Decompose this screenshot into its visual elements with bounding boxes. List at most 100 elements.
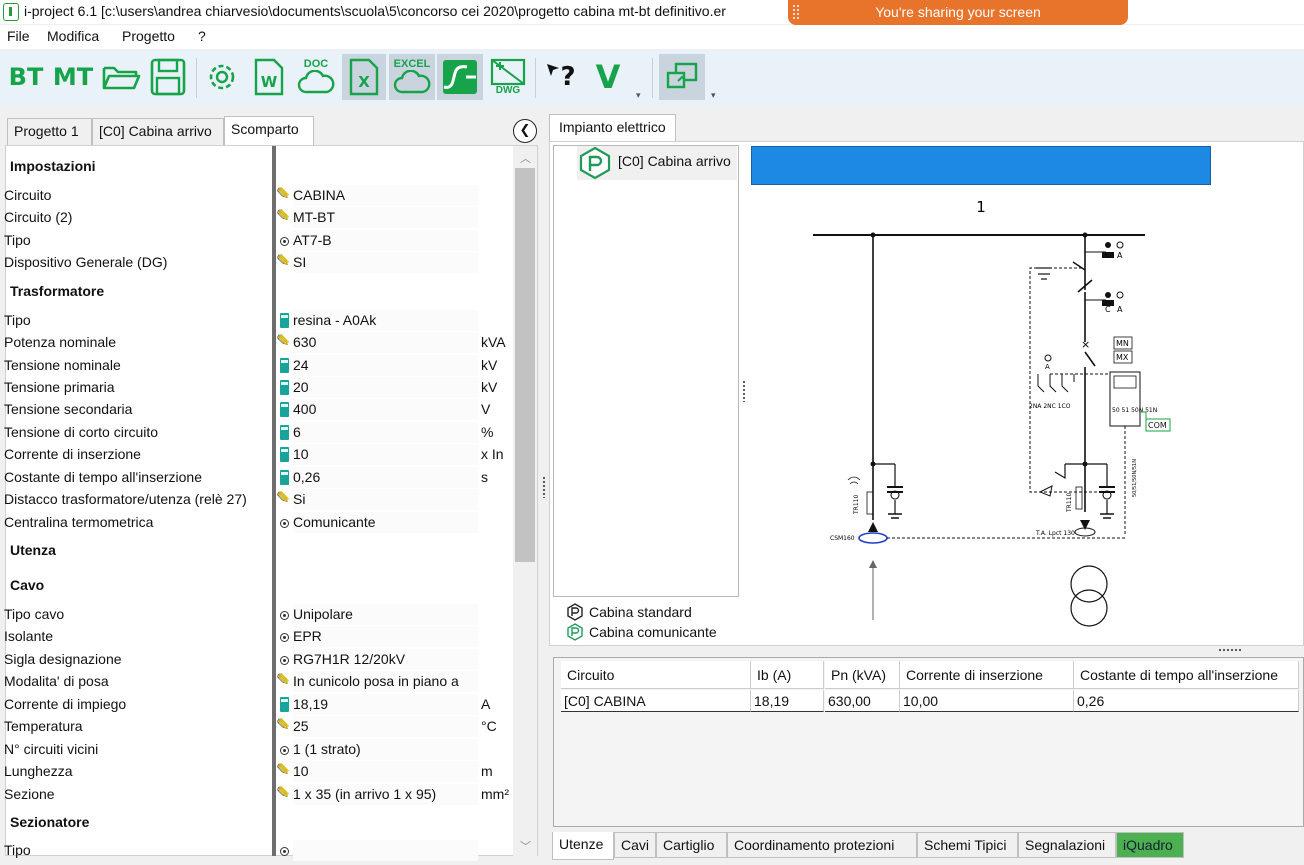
property-value[interactable]: 400 (293, 399, 478, 420)
calculator-icon[interactable] (276, 356, 292, 374)
property-value[interactable]: resina - A0Ak (293, 310, 478, 331)
excel-export-button[interactable]: X (342, 54, 386, 100)
grid-header[interactable]: Ib (A) (751, 661, 824, 689)
dwg-export-button[interactable]: DWG (486, 54, 530, 100)
pencil-icon[interactable] (276, 488, 292, 508)
property-row[interactable]: Lunghezza 10m (0, 760, 510, 782)
property-value[interactable]: 18,19 (293, 694, 478, 715)
radio-icon[interactable] (276, 627, 292, 645)
property-value[interactable] (293, 840, 478, 861)
property-row[interactable]: Tensione di corto circuito 6% (0, 421, 510, 443)
property-value[interactable]: 630 (293, 332, 478, 353)
menu-help[interactable]: ? (198, 28, 206, 44)
pencil-icon[interactable] (276, 331, 292, 351)
property-value[interactable]: 10 (293, 761, 478, 782)
tab-impianto-elettrico[interactable]: Impianto elettrico (549, 114, 676, 142)
property-value[interactable]: EPR (293, 626, 478, 647)
sharing-banner[interactable]: You're sharing your screen (788, 0, 1128, 25)
property-value[interactable]: 6 (293, 422, 478, 443)
panel-splitter[interactable] (542, 476, 546, 498)
property-row[interactable]: Tensione nominale 24 kV (0, 354, 510, 376)
radio-icon[interactable] (276, 231, 292, 249)
pencil-icon[interactable] (276, 251, 292, 271)
mt-button[interactable]: MT (52, 54, 94, 100)
property-value[interactable]: 0,26 (293, 467, 478, 488)
menu-progetto[interactable]: Progetto (122, 28, 175, 44)
property-row[interactable]: Circuito CABINA (0, 184, 510, 206)
bt-button[interactable]: BT (6, 54, 46, 100)
tab-progetto[interactable]: Progetto 1 (7, 118, 92, 145)
grid-header[interactable]: Pn (kVA) (825, 661, 900, 689)
verify-button[interactable]: V (586, 54, 630, 100)
property-value[interactable]: CABINA (293, 185, 478, 206)
property-row[interactable]: Tipo resina - A0Ak (0, 309, 510, 331)
grid-cell[interactable]: 0,26 (1074, 690, 1299, 712)
bottom-tab-iquadro[interactable]: iQuadro (1116, 832, 1184, 858)
property-value[interactable]: Unipolare (293, 604, 478, 625)
grid-header[interactable]: Costante di tempo all'inserzione (1074, 661, 1299, 689)
pencil-icon[interactable] (276, 760, 292, 780)
property-value[interactable]: MT-BT (293, 207, 478, 228)
excel-cloud-button[interactable]: EXCEL (389, 54, 435, 100)
calculator-icon[interactable] (276, 311, 292, 329)
collapse-panel-icon[interactable]: ❮ (513, 119, 537, 143)
column-divider[interactable] (272, 146, 276, 856)
doc-cloud-button[interactable]: DOC (294, 54, 338, 100)
settings-button[interactable] (200, 54, 244, 100)
property-row[interactable]: Tipo AT7-B (0, 229, 510, 251)
window-switch-button[interactable] (659, 54, 705, 100)
word-export-button[interactable]: W (248, 54, 290, 100)
property-row[interactable]: Modalita' di posa In cunicolo posa in pia… (0, 670, 510, 692)
property-value[interactable]: 1 x 35 (in arrivo 1 x 95) (293, 784, 478, 805)
menu-file[interactable]: File (7, 28, 30, 44)
property-row[interactable]: Potenza nominale 630kVA (0, 331, 510, 353)
property-row[interactable]: Corrente di impiego 18,19 A (0, 693, 510, 715)
scroll-up-icon[interactable]: ︿ (520, 150, 531, 166)
property-row[interactable]: Sigla designazione RG7H1R 12/20kV (0, 648, 510, 670)
bottom-tab-cartiglio[interactable]: Cartiglio (656, 832, 727, 858)
radio-icon[interactable] (276, 740, 292, 758)
calculator-icon[interactable] (276, 378, 292, 396)
bottom-tab-utenze[interactable]: Utenze (552, 832, 614, 860)
pencil-icon[interactable] (276, 184, 292, 204)
calculator-icon[interactable] (276, 445, 292, 463)
toolbar-overflow-icon[interactable]: ▾ (711, 90, 716, 101)
property-value[interactable]: 20 (293, 377, 478, 398)
property-value[interactable]: 1 (1 strato) (293, 739, 478, 760)
property-value[interactable]: 25 (293, 716, 478, 737)
property-row[interactable]: Distacco trasformatore/utenza (relè 27) S… (0, 488, 510, 510)
property-value[interactable]: In cunicolo posa in piano a (293, 671, 478, 692)
property-value[interactable]: Si (293, 489, 478, 510)
drag-handle-icon[interactable] (792, 4, 800, 20)
property-value[interactable]: AT7-B (293, 230, 478, 251)
grid-cell[interactable]: 630,00 (825, 690, 900, 712)
calculator-icon[interactable] (276, 400, 292, 418)
toolbar-overflow-icon[interactable]: ▾ (636, 90, 641, 101)
property-row[interactable]: Circuito (2) MT-BT (0, 206, 510, 228)
bottom-tab-segnalazioni[interactable]: Segnalazioni (1018, 832, 1116, 858)
property-value[interactable]: 10 (293, 444, 478, 465)
pencil-icon[interactable] (276, 670, 292, 690)
scroll-down-icon[interactable]: ﹀ (520, 838, 531, 854)
context-help-button[interactable]: ? (540, 54, 582, 100)
property-value[interactable]: SI (293, 252, 478, 273)
property-row[interactable]: Corrente di inserzione 10 x In (0, 443, 510, 465)
property-row[interactable]: Costante di tempo all'inserzione 0,26 s (0, 466, 510, 488)
property-row[interactable]: N° circuiti vicini 1 (1 strato) (0, 738, 510, 760)
schema-title-bar[interactable] (751, 146, 1211, 185)
horizontal-splitter[interactable] (1218, 648, 1242, 652)
radio-icon[interactable] (276, 605, 292, 623)
calculator-icon[interactable] (276, 468, 292, 486)
radio-icon[interactable] (276, 841, 292, 859)
bottom-tab-schemi-tipici[interactable]: Schemi Tipici (917, 832, 1018, 858)
bottom-tab-cavi[interactable]: Cavi (614, 832, 656, 858)
property-row[interactable]: Isolante EPR (0, 625, 510, 647)
tab-scomparto[interactable]: Scomparto (224, 116, 314, 146)
tree-splitter[interactable] (742, 380, 746, 402)
property-row[interactable]: Tensione secondaria 400 V (0, 398, 510, 420)
property-row[interactable]: Tensione primaria 20 kV (0, 376, 510, 398)
radio-icon[interactable] (276, 513, 292, 531)
property-row[interactable]: Tipo cavo Unipolare (0, 603, 510, 625)
pencil-icon[interactable] (276, 715, 292, 735)
tab-cabina-arrivo[interactable]: [C0] Cabina arrivo (92, 118, 224, 145)
